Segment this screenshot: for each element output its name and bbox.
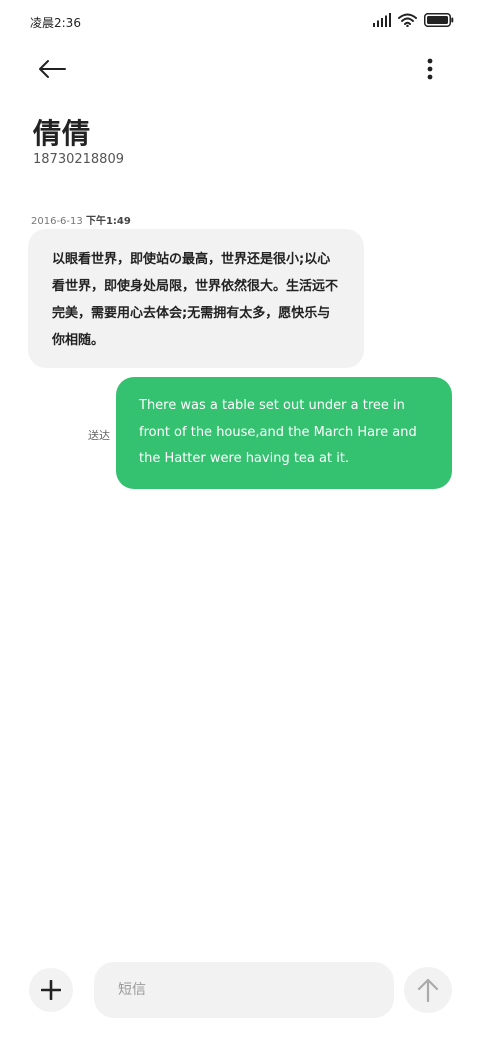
arrow-left-icon: [39, 60, 66, 78]
contact-name: 倩倩: [33, 117, 92, 150]
arrow-up-icon: [417, 978, 439, 1002]
status-icons: [373, 13, 454, 27]
wifi-icon: [398, 13, 417, 27]
signal-icon: [373, 13, 391, 27]
outgoing-message-text: There was a table set out under a tree i…: [139, 398, 417, 466]
more-vertical-icon: [427, 58, 433, 80]
incoming-message-bubble[interactable]: 以眼看世界，即使站の最高，世界还是很小;以心看世界，即使身处局限，世界依然很大。…: [28, 229, 364, 368]
message-timestamp: 2016-6-13 下午1:49: [31, 212, 131, 227]
plus-icon: [41, 980, 61, 1000]
battery-icon: [424, 13, 454, 27]
message-time: 下午1:49: [85, 216, 131, 227]
top-bar: [0, 44, 480, 94]
more-options-button[interactable]: [418, 54, 442, 84]
outgoing-message-bubble[interactable]: There was a table set out under a tree i…: [116, 377, 452, 489]
composer-bar: [0, 958, 480, 1022]
message-date: 2016-6-13: [31, 216, 83, 227]
send-button[interactable]: [404, 967, 452, 1013]
status-bar: 凌晨2:36: [0, 0, 480, 44]
delivery-status: 送达: [88, 429, 110, 442]
incoming-message-text: 以眼看世界，即使站の最高，世界还是很小;以心看世界，即使身处局限，世界依然很大。…: [52, 252, 339, 348]
back-button[interactable]: [32, 54, 72, 84]
status-time: 凌晨2:36: [30, 16, 81, 30]
contact-number[interactable]: 18730218809: [33, 152, 124, 167]
add-attachment-button[interactable]: [29, 968, 73, 1012]
message-input[interactable]: [94, 962, 394, 1018]
